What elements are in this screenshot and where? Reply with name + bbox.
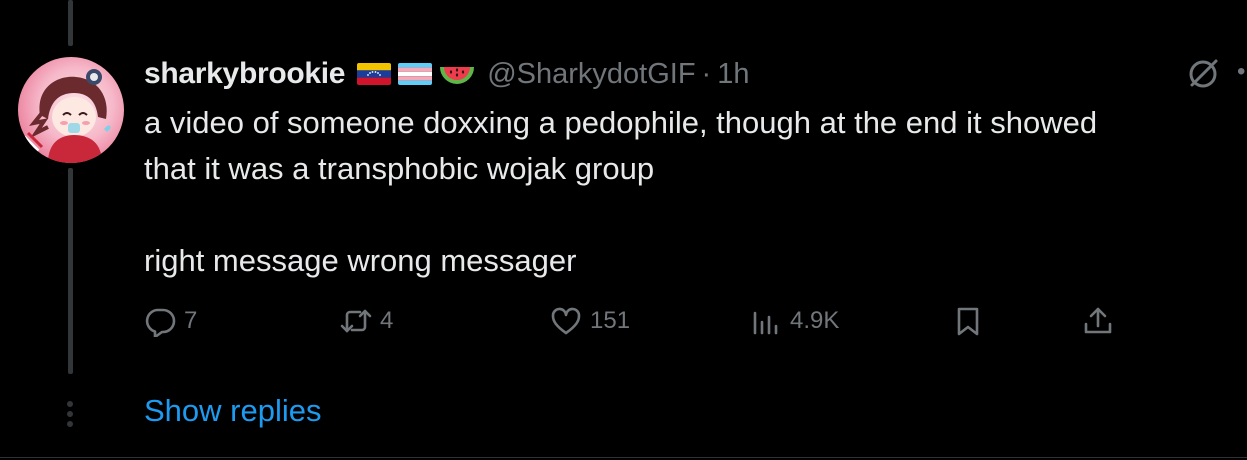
grok-icon[interactable] xyxy=(1185,56,1221,92)
name-emojis xyxy=(357,59,475,89)
share-button[interactable] xyxy=(1082,298,1114,344)
more-replies-dots-icon xyxy=(67,401,73,427)
heart-icon xyxy=(551,307,581,335)
header-separator: · xyxy=(701,57,712,90)
reply-button[interactable]: 7 xyxy=(144,298,197,344)
tweet-text: a video of someone doxxing a pedophile, … xyxy=(144,100,1214,284)
thread-line-top xyxy=(68,0,73,46)
more-icon[interactable]: • xyxy=(1237,66,1247,78)
tweet-text-line: that it was a transphobic wojak group xyxy=(144,151,655,186)
reply-count: 7 xyxy=(184,307,198,334)
display-name[interactable]: sharkybrookie xyxy=(144,57,346,91)
thread-line-bottom xyxy=(68,168,73,374)
views-button[interactable]: 4.9K xyxy=(750,298,839,344)
divider xyxy=(0,457,1247,458)
tweet-text-line: right message wrong messager xyxy=(144,243,577,278)
tweet-header: sharkybrookie @SharkydotGIF · 1h xyxy=(144,54,749,94)
repost-button[interactable]: 4 xyxy=(340,298,393,344)
bookmark-icon xyxy=(957,307,979,336)
bookmark-button[interactable] xyxy=(952,298,984,344)
views-count: 4.9K xyxy=(790,307,840,334)
reply-icon xyxy=(145,308,176,337)
transgender-flag-icon xyxy=(398,63,433,85)
user-handle[interactable]: @SharkydotGIF xyxy=(487,58,695,91)
venezuela-flag-icon xyxy=(357,63,392,85)
tweet-actions: 7 4 151 4.9K xyxy=(144,298,1124,344)
tweet-reply-view: sharkybrookie @SharkydotGIF · 1h a video… xyxy=(0,0,1247,460)
like-count: 151 xyxy=(590,307,631,334)
repost-icon xyxy=(340,309,372,333)
avatar[interactable] xyxy=(18,57,124,163)
share-icon xyxy=(1084,307,1112,334)
timestamp[interactable]: 1h xyxy=(717,58,749,91)
show-replies-link[interactable]: Show replies xyxy=(144,393,321,429)
views-icon xyxy=(753,311,778,335)
like-button[interactable]: 151 xyxy=(550,298,630,344)
tweet-text-line: a video of someone doxxing a pedophile, … xyxy=(144,105,1098,140)
repost-count: 4 xyxy=(380,307,394,334)
watermelon-icon xyxy=(440,66,475,84)
